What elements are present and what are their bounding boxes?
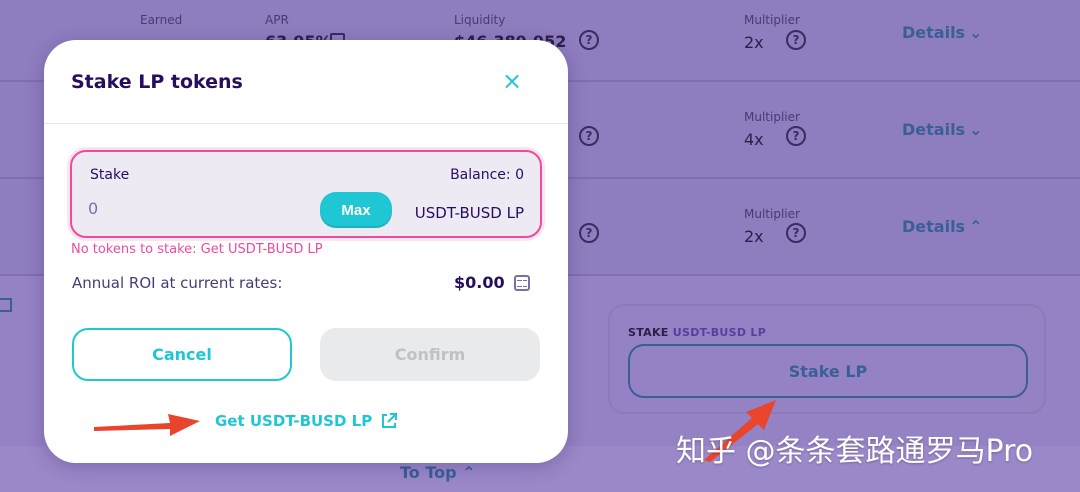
liquidity-help-icon[interactable]: ? [579,223,599,243]
multiplier-label: Multiplier [744,207,800,221]
roi-value: $0.00 [454,273,505,292]
apr-label: APR [265,13,289,27]
external-link-icon[interactable] [0,298,12,312]
external-link-icon [382,413,398,428]
roi-label: Annual ROI at current rates: [72,274,283,292]
details-toggle-row-1[interactable]: Details ⌄ [902,23,982,42]
multiplier-value: 4x [744,130,764,149]
details-label: Details [902,120,966,139]
get-lp-label: Get USDT-BUSD LP [215,412,373,430]
earned-label: Earned [140,13,183,27]
details-label: Details [902,23,966,42]
to-top-button[interactable]: To Top ⌃ [400,463,476,482]
modal-title: Stake LP tokens [71,71,243,93]
lp-token-symbol: USDT-BUSD LP [414,204,524,222]
liquidity-help-icon[interactable]: ? [579,30,599,50]
watermark: 知乎 @条条套路通罗马Pro [676,434,1034,469]
multiplier-label: Multiplier [744,13,800,27]
chevron-up-icon: ⌃ [462,463,476,482]
get-lp-link[interactable]: Get USDT-BUSD LP [215,412,398,430]
details-toggle-row-2[interactable]: Details ⌄ [902,120,982,139]
liquidity-help-icon[interactable]: ? [579,126,599,146]
stake-panel-title-prefix: STAKE [628,326,669,339]
no-tokens-error: No tokens to stake: Get USDT-BUSD LP [71,242,323,257]
details-label: Details [902,217,966,236]
modal-header: Stake LP tokens × [44,40,568,124]
to-top-label: To Top [400,463,457,482]
stake-amount-input[interactable] [88,194,288,222]
stake-lp-modal: Stake LP tokens × Stake Balance: 0 Max U… [44,40,568,463]
balance-label: Balance: 0 [450,167,524,183]
max-button[interactable]: Max [320,192,392,228]
stake-panel-title-symbol: USDT-BUSD LP [672,326,767,339]
cancel-button[interactable]: Cancel [72,328,292,381]
confirm-button[interactable]: Confirm [320,328,540,381]
multiplier-help-icon[interactable]: ? [786,223,806,243]
chevron-up-icon: ⌃ [969,217,983,236]
multiplier-help-icon[interactable]: ? [786,30,806,50]
stake-lp-button[interactable]: Stake LP [628,344,1028,398]
liquidity-label: Liquidity [454,13,506,27]
multiplier-label: Multiplier [744,110,800,124]
stake-input-panel: Stake Balance: 0 Max USDT-BUSD LP [70,150,542,238]
chevron-down-icon: ⌄ [969,23,983,42]
stake-panel-title: STAKE USDT-BUSD LP [628,326,766,339]
close-icon[interactable]: × [500,69,524,94]
calculator-icon[interactable] [514,275,530,291]
multiplier-value: 2x [744,33,764,52]
stake-action-panel: STAKE USDT-BUSD LP Stake LP [608,304,1046,414]
annotation-arrow-left [94,414,200,436]
chevron-down-icon: ⌄ [969,120,983,139]
details-toggle-row-3[interactable]: Details ⌃ [902,217,982,236]
multiplier-value: 2x [744,227,764,246]
stake-label: Stake [90,167,130,183]
multiplier-help-icon[interactable]: ? [786,126,806,146]
